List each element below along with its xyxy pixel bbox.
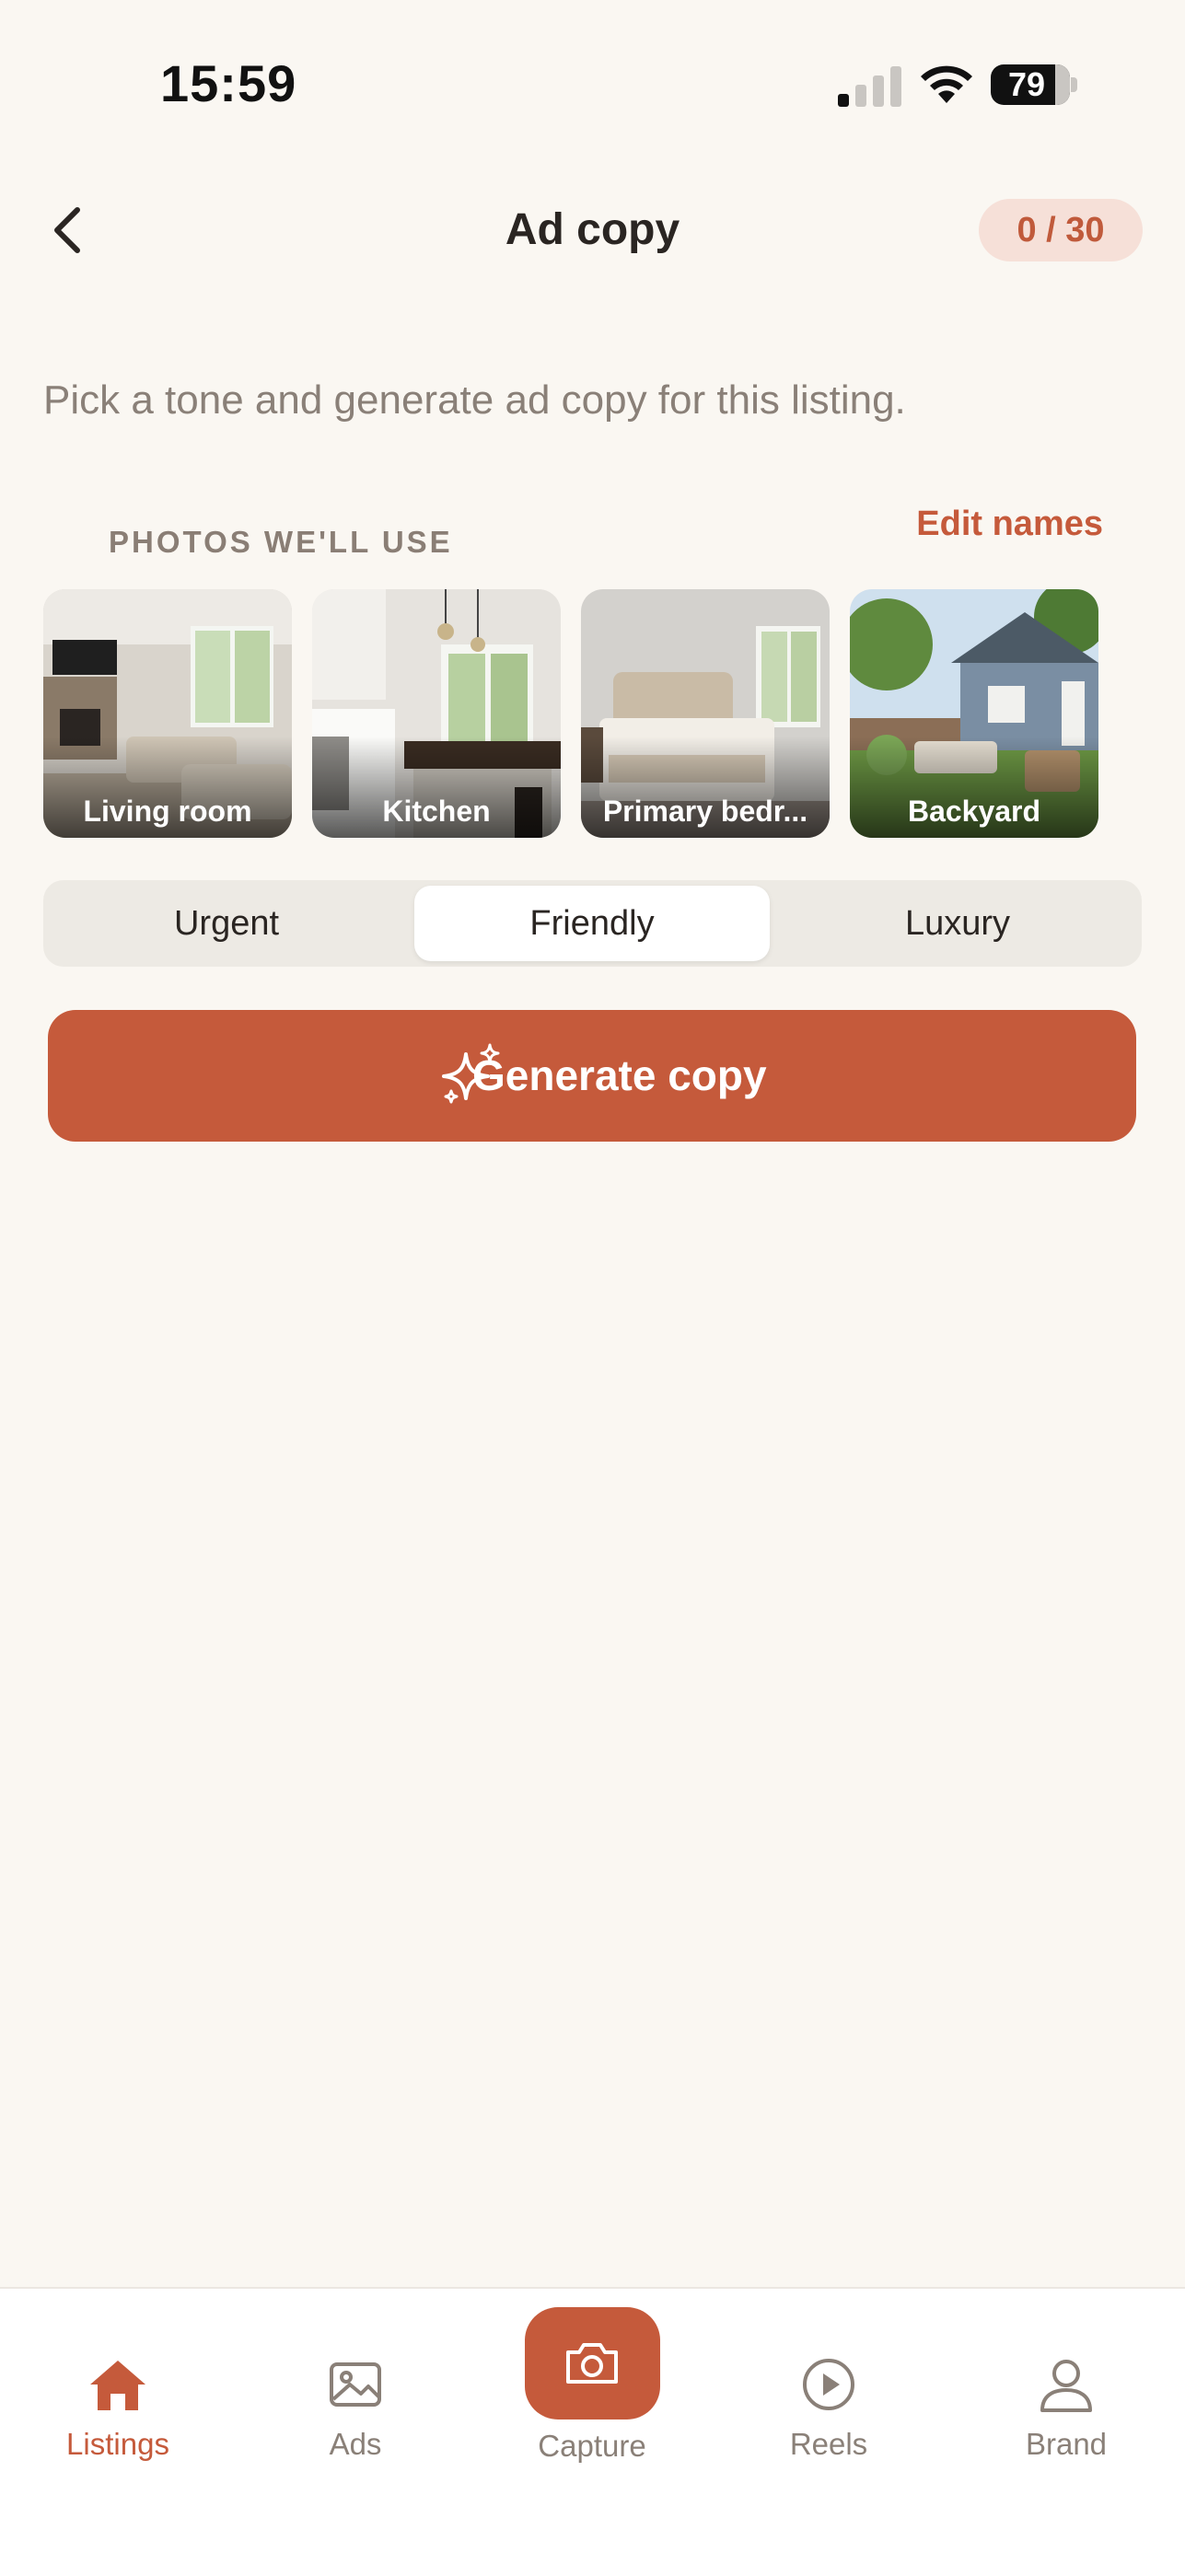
tone-segmented-control: Urgent Friendly Luxury: [43, 880, 1142, 967]
tone-option-friendly[interactable]: Friendly: [414, 886, 770, 961]
photos-section-label: PHOTOS WE'LL USE: [109, 525, 453, 559]
photo-caption: Kitchen: [382, 795, 491, 828]
photo-caption: Primary bedr...: [602, 795, 808, 828]
tab-label: Brand: [1025, 2427, 1108, 2461]
generate-copy-label: Generate copy: [472, 1051, 767, 1099]
cellular-signal-icon: [838, 66, 901, 107]
nav-header: Ad copy 0 / 30: [0, 184, 1185, 276]
tab-capture-label: Capture: [538, 2429, 646, 2463]
status-time: 15:59: [160, 54, 297, 112]
photo-living-room[interactable]: Living room: [43, 589, 292, 838]
photo-caption: Backyard: [907, 795, 1041, 828]
tab-label: Reels: [789, 2427, 868, 2461]
tab-label: Listings: [66, 2427, 169, 2461]
status-bar: 15:59 79: [0, 0, 1185, 175]
tone-option-urgent[interactable]: Urgent: [49, 886, 404, 961]
tab-capture[interactable]: [525, 2307, 660, 2419]
photo-caption: Living room: [83, 795, 252, 828]
photo-primary-bedroom[interactable]: Primary bedr...: [581, 589, 830, 838]
person-icon: [1040, 2360, 1092, 2412]
edit-names-button[interactable]: Edit names: [916, 505, 1103, 544]
tone-option-luxury[interactable]: Luxury: [780, 886, 1135, 961]
usage-counter-badge: 0 / 30: [979, 199, 1143, 261]
bottom-tab-bar: Listings Ads Capture Reels Brand: [0, 2287, 1185, 2576]
generate-copy-button[interactable]: Generate copy: [48, 1010, 1136, 1142]
camera-icon: [566, 2343, 618, 2384]
battery-icon: 79: [991, 64, 1070, 105]
page-subtitle: Pick a tone and generate ad copy for thi…: [43, 377, 906, 423]
battery-level: 79: [1007, 65, 1046, 103]
image-icon: [330, 2362, 381, 2407]
play-circle-icon: [803, 2359, 854, 2410]
tab-label: Ads: [329, 2427, 382, 2461]
wifi-icon: [921, 65, 972, 103]
home-icon: [90, 2361, 145, 2410]
photo-backyard[interactable]: Backyard: [850, 589, 1098, 838]
photo-kitchen[interactable]: Kitchen: [312, 589, 561, 838]
